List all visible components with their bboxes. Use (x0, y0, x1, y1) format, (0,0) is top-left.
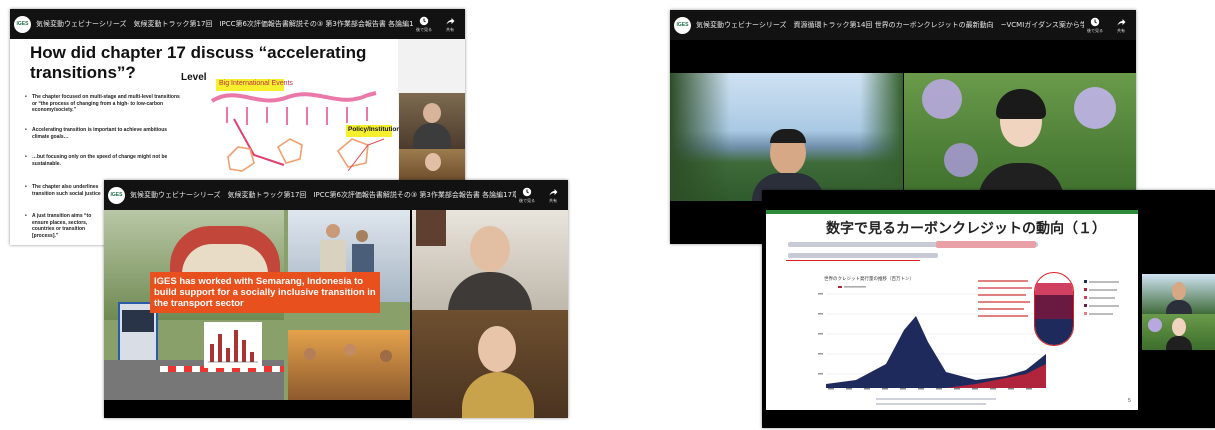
participant-avatar (425, 153, 441, 171)
slide-page-number: 5 (1128, 398, 1131, 404)
participant-avatar (470, 226, 510, 272)
speaker-video (904, 73, 1136, 201)
slide-bullet: The chapter focused on multi-stage and m… (25, 94, 182, 114)
iges-logo-icon: IGES (674, 16, 691, 34)
share-button[interactable]: 共有 (439, 16, 461, 33)
video-title: 気候変動ウェビナーシリーズ 資源循環トラック第14回 世界のカーボンクレジットの… (696, 21, 1084, 29)
share-button[interactable]: 共有 (542, 187, 564, 204)
clock-icon (522, 187, 532, 196)
iges-logo-icon: IGES (14, 15, 31, 33)
video-title: 気候変動ウェビナーシリーズ 気候変動トラック第17回 IPCC第6次評価報告書解… (130, 191, 516, 199)
video-window-right-front[interactable]: 数字で見るカーボンクレジットの動向（１） 世界のクレジット発行量の推移（百万トン… (762, 190, 1215, 428)
clock-icon (419, 16, 429, 25)
slide-bullet: Accelerating transition is important to … (25, 127, 182, 140)
video-title-bar: IGES 気候変動ウェビナーシリーズ 気候変動トラック第17回 IPCC第6次評… (104, 180, 568, 210)
photo-caption: IGES has worked with Semarang, Indonesia… (150, 272, 380, 313)
participant-video (399, 93, 465, 149)
slide-bullet: …but focusing only on the speed of chang… (25, 154, 182, 167)
chart-zoom-callout (1034, 272, 1074, 346)
inset-bar-chart (204, 322, 262, 368)
video-window-left-front[interactable]: IGES 気候変動ウェビナーシリーズ 気候変動トラック第17回 IPCC第6次評… (104, 180, 568, 418)
photo-collage: IGES has worked with Semarang, Indonesia… (104, 210, 410, 400)
slide-subtitle-line (788, 253, 938, 258)
slide-subtitle-highlight (936, 241, 1036, 248)
participant-video (1142, 274, 1215, 314)
participant-avatar (1172, 318, 1186, 336)
chart-side-legend (1084, 280, 1124, 320)
slide-top-rule (766, 210, 1138, 214)
participant-avatar (423, 103, 441, 123)
participant-video (1142, 314, 1215, 350)
presentation-slide: 数字で見るカーボンクレジットの動向（１） 世界のクレジット発行量の推移（百万トン… (766, 210, 1138, 410)
speaker-video (670, 73, 903, 201)
bus-passengers-photo (288, 330, 410, 400)
iges-logo-icon: IGES (108, 186, 125, 204)
participant-avatar (1172, 282, 1186, 300)
big-events-label: Big International Events (219, 80, 293, 87)
video-title-bar: IGES 気候変動ウェビナーシリーズ 気候変動トラック第17回 IPCC第6次評… (10, 9, 465, 39)
watch-later-button[interactable]: 後で見る (1084, 17, 1106, 34)
participant-video (399, 149, 465, 183)
participant-video (412, 210, 568, 310)
participant-avatar (478, 326, 516, 372)
video-title-bar: IGES 気候変動ウェビナーシリーズ 資源循環トラック第14回 世界のカーボンク… (670, 10, 1136, 40)
share-icon (549, 188, 558, 195)
share-button[interactable]: 共有 (1110, 17, 1132, 34)
clock-icon (1090, 17, 1100, 26)
share-icon (1117, 18, 1126, 25)
slide-bullet: A just transition aims “to ensure places… (25, 213, 106, 239)
watch-later-button[interactable]: 後で見る (516, 187, 538, 204)
share-icon (446, 17, 455, 24)
participant-video (412, 310, 568, 418)
policy-label: Policy/Institutions (348, 126, 404, 133)
chart-title: 世界のクレジット発行量の推移（百万トン） (824, 277, 914, 282)
slide-title: 数字で見るカーボンクレジットの動向（１） (826, 221, 1106, 237)
slide-bullet: The chapter also underlines transition s… (25, 184, 112, 197)
video-title: 気候変動ウェビナーシリーズ 気候変動トラック第17回 IPCC第6次評価報告書解… (36, 20, 413, 28)
slide-source (876, 398, 996, 400)
watch-later-button[interactable]: 後で見る (413, 16, 435, 33)
